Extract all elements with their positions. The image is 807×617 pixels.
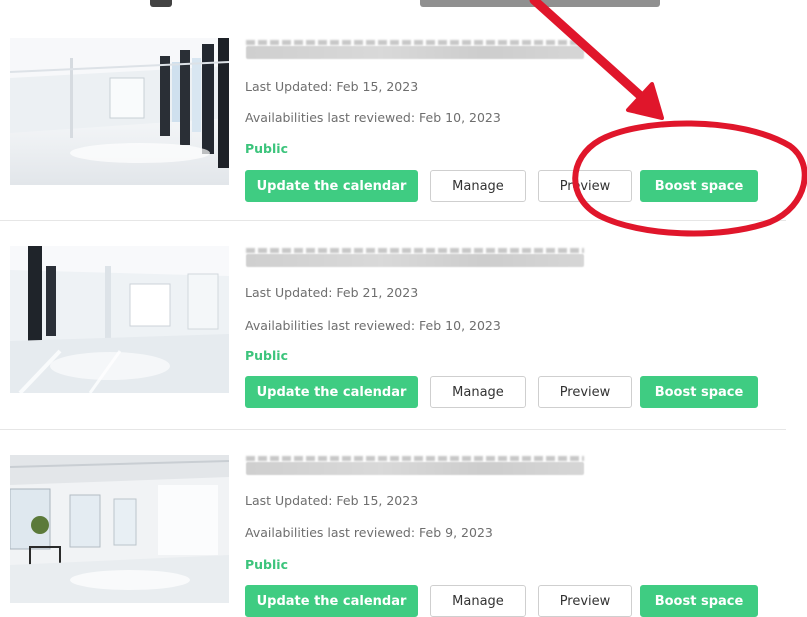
availabilities-reviewed: Availabilities last reviewed: Feb 10, 20… bbox=[245, 318, 501, 333]
availabilities-reviewed: Availabilities last reviewed: Feb 9, 202… bbox=[245, 525, 493, 540]
listing-card: Last Updated: Feb 15, 2023 Availabilitie… bbox=[0, 22, 786, 221]
last-updated: Last Updated: Feb 15, 2023 bbox=[245, 79, 419, 94]
manage-button[interactable]: Manage bbox=[430, 585, 526, 617]
listing-card: Last Updated: Feb 15, 2023 Availabilitie… bbox=[0, 429, 786, 617]
listing-address-redacted bbox=[246, 254, 584, 267]
listing-address-redacted bbox=[246, 462, 584, 475]
preview-button[interactable]: Preview bbox=[538, 376, 632, 408]
availabilities-reviewed: Availabilities last reviewed: Feb 10, 20… bbox=[245, 110, 501, 125]
listing-address-redacted bbox=[246, 46, 584, 59]
update-calendar-button[interactable]: Update the calendar bbox=[245, 585, 418, 617]
manage-button[interactable]: Manage bbox=[430, 376, 526, 408]
update-calendar-button[interactable]: Update the calendar bbox=[245, 170, 418, 202]
listing-photo[interactable] bbox=[10, 38, 229, 185]
update-calendar-button[interactable]: Update the calendar bbox=[245, 376, 418, 408]
status-badge: Public bbox=[245, 348, 288, 363]
listing-photo[interactable] bbox=[10, 455, 229, 603]
last-updated: Last Updated: Feb 21, 2023 bbox=[245, 285, 419, 300]
status-badge: Public bbox=[245, 141, 288, 156]
boost-space-button[interactable]: Boost space bbox=[640, 170, 758, 202]
boost-space-button[interactable]: Boost space bbox=[640, 376, 758, 408]
cropped-heading bbox=[0, 0, 807, 12]
status-badge: Public bbox=[245, 557, 288, 572]
preview-button[interactable]: Preview bbox=[538, 170, 632, 202]
preview-button[interactable]: Preview bbox=[538, 585, 632, 617]
boost-space-button[interactable]: Boost space bbox=[640, 585, 758, 617]
manage-button[interactable]: Manage bbox=[430, 170, 526, 202]
listing-card: Last Updated: Feb 21, 2023 Availabilitie… bbox=[0, 220, 786, 430]
last-updated: Last Updated: Feb 15, 2023 bbox=[245, 493, 419, 508]
listing-photo[interactable] bbox=[10, 246, 229, 393]
